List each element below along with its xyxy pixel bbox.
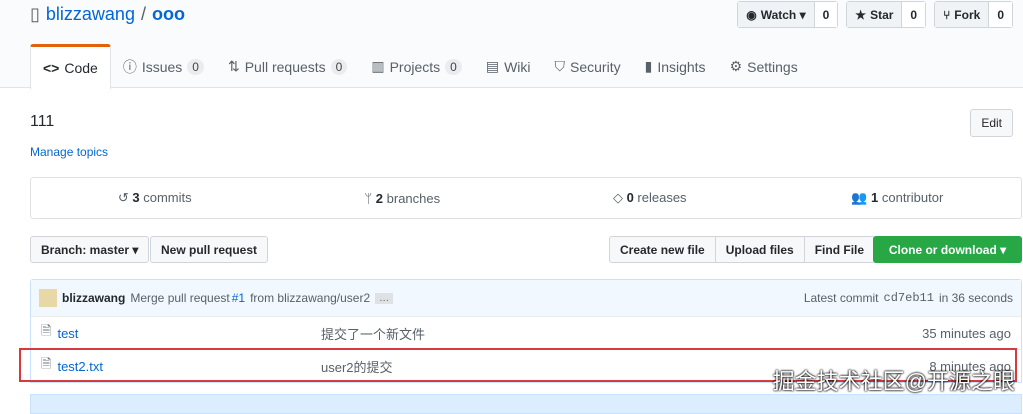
eye-icon: ◉: [746, 7, 761, 22]
new-pull-request-button[interactable]: New pull request: [150, 236, 269, 263]
file-row: 🗎 test 提交了一个新文件 35 minutes ago: [31, 316, 1021, 349]
project-icon: ▥: [371, 58, 385, 74]
edit-button[interactable]: Edit: [970, 109, 1013, 137]
repo-title: ▯ blizzawang / ooo: [30, 4, 185, 25]
upload-files-button[interactable]: Upload files: [714, 237, 804, 262]
branch-select[interactable]: Branch: master ▾: [30, 236, 150, 263]
commit-message-link[interactable]: 提交了一个新文件: [321, 324, 922, 343]
numbers-summary: ↺ 3 commits ᛘ 2 branches ◇ 0 releases 👥 …: [30, 177, 1022, 219]
file-icon: 🗎: [41, 323, 52, 338]
repo-description: 111: [30, 113, 55, 130]
latest-commit: blizzawang Merge pull request #1 from bl…: [31, 280, 1021, 316]
tab-pull-requests[interactable]: ⇅ Pull requests 0: [216, 44, 359, 89]
book-icon: ▤: [485, 58, 500, 74]
gear-icon: ⚙: [729, 58, 743, 74]
file-link[interactable]: test: [57, 326, 78, 341]
tag-icon: ◇: [612, 190, 627, 205]
find-file-button[interactable]: Find File: [803, 237, 874, 262]
tab-code[interactable]: <> Code: [30, 44, 111, 89]
tab-projects[interactable]: ▥ Projects 0: [359, 44, 474, 89]
contributors-link[interactable]: 👥 1 contributor: [774, 190, 1022, 206]
commit-author[interactable]: blizzawang: [62, 291, 125, 305]
pr-link[interactable]: #1: [232, 291, 245, 305]
tab-security[interactable]: ⛉ Security: [543, 44, 633, 89]
clone-download-button[interactable]: Clone or download ▾: [873, 236, 1022, 263]
create-new-file-button[interactable]: Create new file: [610, 237, 715, 262]
star-button[interactable]: ★ Star 0: [846, 1, 927, 28]
code-icon: <>: [43, 60, 60, 76]
watch-button[interactable]: ◉ Watch ▾ 0: [737, 1, 839, 28]
branches-link[interactable]: ᛘ 2 branches: [279, 191, 527, 206]
branch-icon: ᛘ: [364, 190, 376, 206]
tab-issues[interactable]: ⓘ Issues 0: [111, 44, 216, 89]
owner-link[interactable]: blizzawang: [46, 4, 135, 25]
commits-link[interactable]: ↺ 3 commits: [31, 190, 279, 206]
fork-button[interactable]: ⑂ Fork 0: [934, 1, 1013, 28]
repo-link[interactable]: ooo: [152, 4, 185, 25]
watermark: 掘金技术社区@开源之眼: [772, 369, 1015, 394]
tab-settings[interactable]: ⚙ Settings: [718, 44, 810, 89]
pull-request-icon: ⇅: [227, 58, 240, 74]
readme-banner: [30, 394, 1022, 414]
fork-icon: ⑂: [943, 7, 955, 22]
repo-header: ▯ blizzawang / ooo ◉ Watch ▾ 0 ★ Star 0 ⑂ For…: [0, 0, 1023, 89]
expand-button[interactable]: …: [375, 292, 394, 304]
graph-icon: ▮: [644, 58, 653, 74]
commit-sha[interactable]: cd7eb11: [884, 291, 934, 305]
issue-icon: ⓘ: [122, 58, 137, 75]
history-icon: ↺: [117, 190, 133, 205]
shield-icon: ⛉: [554, 58, 566, 74]
tab-wiki[interactable]: ▤ Wiki: [474, 44, 543, 89]
star-icon: ★: [855, 7, 871, 22]
tab-insights[interactable]: ▮ Insights: [633, 44, 718, 89]
people-icon: 👥: [851, 190, 872, 205]
manage-topics-link[interactable]: Manage topics: [30, 145, 108, 159]
repo-icon: ▯: [30, 4, 40, 24]
releases-link[interactable]: ◇ 0 releases: [526, 190, 774, 206]
avatar: [39, 289, 57, 307]
